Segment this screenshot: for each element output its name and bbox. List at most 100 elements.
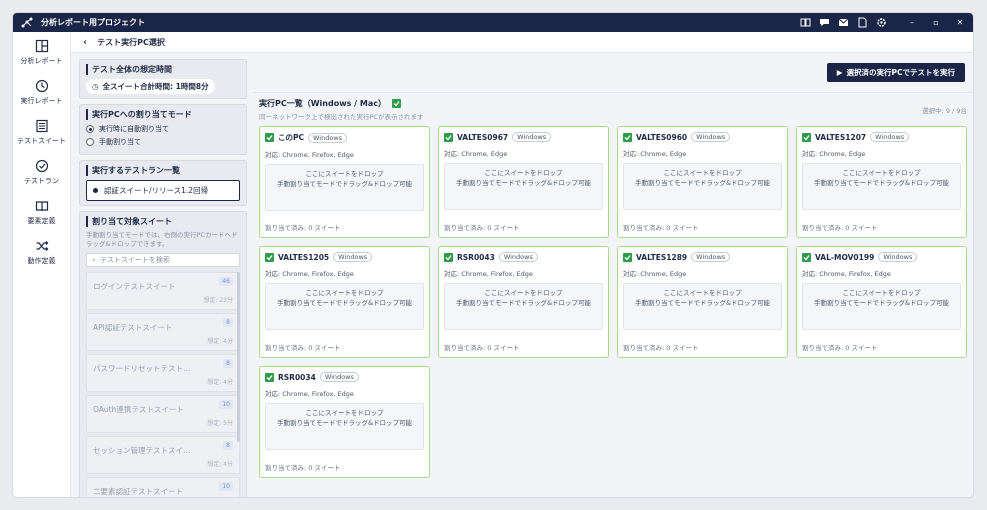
assigned-count: 割り当て済み: 0 スイート [265,224,341,232]
pc-checkbox[interactable] [265,372,274,382]
pc-checkbox[interactable] [623,132,632,142]
pc-card[interactable]: VALTES1289 Windows 対応: Chrome, Edge ここにス… [617,246,788,358]
suite-list: ログインテストスイート 46 想定: 23分 API認証テストスイート 8 想定: 4分… [86,272,240,497]
pc-name: VALTES1205 [278,252,330,262]
radio-selected-icon [86,125,94,133]
pc-card[interactable]: VALTES1207 Windows 対応: Chrome, Edge ここにス… [796,126,967,238]
sidebar-item-label: テストラン [24,176,59,185]
pc-checkbox[interactable] [265,133,274,142]
pc-card[interactable]: このPC Windows 対応: Chrome, Firefox, Edge こ… [259,126,430,238]
sidebar-item-label: テストスイート [17,136,66,145]
drop-zone-line1: ここにスイートをドロップ [305,170,384,178]
suite-drop-zone[interactable]: ここにスイートをドロップ 手動割り当てモードでドラッグ&ドロップ可能 [444,163,603,210]
os-badge: Windows [512,132,552,142]
gear-icon[interactable] [876,17,887,28]
mode-manual-radio[interactable]: 手動割り当て [86,137,240,147]
pc-card[interactable]: RSR0034 Windows 対応: Chrome, Firefox, Edg… [259,366,430,478]
pc-card-header: VALTES1289 Windows [623,252,782,262]
radio-label: 実行時に自動割り当て [99,125,169,133]
suite-drop-zone[interactable]: ここにスイートをドロップ 手動割り当てモードでドラッグ&ドロップ可能 [265,164,424,211]
back-arrow-icon[interactable]: ‹ [83,37,87,48]
pc-checkbox[interactable] [444,132,453,142]
pc-card[interactable]: VAL-MOV0199 Windows 対応: Chrome, Firefox,… [796,246,967,358]
suite-item[interactable]: OAuth連携テストスイート 10 想定: 5分 [86,395,240,433]
suite-item[interactable]: セッション管理テストスイ… 8 想定: 4分 [86,436,240,474]
suite-drop-zone[interactable]: ここにスイートをドロップ 手動割り当てモードでドラッグ&ドロップ可能 [444,283,603,330]
minimize-icon[interactable]: – [907,18,917,28]
suite-estimate: 想定: 4分 [207,379,233,386]
suite-name: ログインテストスイート [93,282,176,291]
sidebar-item-analysis-report[interactable]: 分析レポート [13,32,70,72]
run-icon [35,159,48,172]
sidebar-item-action-definition[interactable]: 動作定義 [13,232,70,272]
mail-icon[interactable] [838,17,849,28]
suite-drop-zone[interactable]: ここにスイートをドロップ 手動割り当てモードでドラッグ&ドロップ可能 [623,163,782,210]
drop-zone-line1: ここにスイートをドロップ [842,169,921,177]
select-all-checkbox[interactable] [391,99,401,108]
pc-checkbox[interactable] [265,252,274,262]
pc-browser-support: 対応: Chrome, Firefox, Edge [265,151,354,159]
pc-card[interactable]: VALTES0967 Windows 対応: Chrome, Edge ここにス… [438,126,609,238]
drop-zone-line1: ここにスイートをドロップ [305,289,384,297]
suite-drop-zone[interactable]: ここにスイートをドロップ 手動割り当てモードでドラッグ&ドロップ可能 [623,283,782,330]
pc-browser-support: 対応: Chrome, Firefox, Edge [265,390,354,398]
pc-card[interactable]: VALTES0960 Windows 対応: Chrome, Edge ここにス… [617,126,788,238]
pc-name: VAL-MOV0199 [815,252,875,262]
play-icon: ▶ [836,68,843,77]
test-run-item[interactable]: 認証スイート/リリース1.2回帰 [86,180,240,201]
pc-browser-support: 対応: Chrome, Edge [802,150,866,158]
panel-title: 割り当て対象スイート [86,216,240,227]
suite-drop-zone[interactable]: ここにスイートをドロップ 手動割り当てモードでドラッグ&ドロップ可能 [802,283,961,330]
suite-item[interactable]: パスワードリセットテスト… 8 想定: 4分 [86,354,240,392]
pc-name: RSR0034 [278,372,316,382]
pc-name: このPC [278,133,305,142]
assigned-count: 割り当て済み: 0 スイート [802,224,878,232]
suite-search-input[interactable]: ⌕ テストスイートを検索 [86,253,240,267]
pc-checkbox[interactable] [444,252,453,262]
suite-icon [35,119,48,132]
suite-drop-zone[interactable]: ここにスイートをドロップ 手動割り当てモードでドラッグ&ドロップ可能 [802,163,961,210]
pc-checkbox[interactable] [802,252,811,262]
search-placeholder: テストスイートを検索 [99,256,170,264]
selected-count: 選択中: 9 / 9台 [922,107,967,115]
pc-browser-support: 対応: Chrome, Edge [623,270,687,278]
pc-browser-support: 対応: Chrome, Edge [623,150,687,158]
sidebar-item-element-definition[interactable]: 要素定義 [13,192,70,232]
sidebar-item-test-run[interactable]: テストラン [13,152,70,192]
suite-item[interactable]: API認証テストスイート 8 想定: 4分 [86,313,240,351]
report-icon [35,39,48,52]
pc-card-header: VALTES0960 Windows [623,132,782,142]
suite-item[interactable]: ログインテストスイート 46 想定: 23分 [86,272,240,310]
maximize-icon[interactable]: ▫ [931,18,941,28]
pc-card-header: RSR0034 Windows [265,372,424,382]
pc-browser-support: 対応: Chrome, Firefox, Edge [265,270,354,278]
breadcrumb: ‹ テスト実行PC選択 [71,32,973,53]
suite-drop-zone[interactable]: ここにスイートをドロップ 手動割り当てモードでドラッグ&ドロップ可能 [265,283,424,330]
pc-checkbox[interactable] [802,132,811,142]
pc-grid: このPC Windows 対応: Chrome, Firefox, Edge こ… [259,126,967,478]
sidebar-item-test-suite[interactable]: テストスイート [13,112,70,152]
radio-label: 手動割り当て [99,138,141,146]
close-icon[interactable]: ✕ [955,18,965,28]
suite-list-scrollbar[interactable] [237,272,240,443]
assign-hint: 手動割り当てモードでは、右側の実行PCカードへドラッグ&ドロップできます。 [86,231,238,248]
pc-name: VALTES0967 [457,132,509,142]
pc-card[interactable]: VALTES1205 Windows 対応: Chrome, Firefox, … [259,246,430,358]
suite-item[interactable]: 二要素認証テストスイート 10 [86,477,240,497]
mode-auto-radio[interactable]: 実行時に自動割り当て [86,124,240,134]
book-open-icon[interactable] [800,17,811,28]
document-icon[interactable] [857,17,868,28]
pc-checkbox[interactable] [623,252,632,262]
drop-zone-line2: 手動割り当てモードでドラッグ&ドロップ可能 [455,179,592,187]
pc-card[interactable]: RSR0043 Windows 対応: Chrome, Firefox, Edg… [438,246,609,358]
sidebar-item-execution-report[interactable]: 実行レポート [13,72,70,112]
run-tests-button[interactable]: ▶ 選択済の実行PCでテストを実行 [826,63,965,82]
chat-icon[interactable] [819,17,830,28]
drop-zone-line1: ここにスイートをドロップ [663,169,742,177]
pc-card-header: VALTES1205 Windows [265,252,424,262]
panel-title: テスト全体の想定時間 [86,64,240,75]
sidebar-item-label: 要素定義 [27,216,56,225]
suite-drop-zone[interactable]: ここにスイートをドロップ 手動割り当てモードでドラッグ&ドロップ可能 [265,403,424,450]
assigned-count: 割り当て済み: 0 スイート [444,224,520,232]
total-time-value: 全スイート合計時間: 1時間8分 [102,82,209,91]
